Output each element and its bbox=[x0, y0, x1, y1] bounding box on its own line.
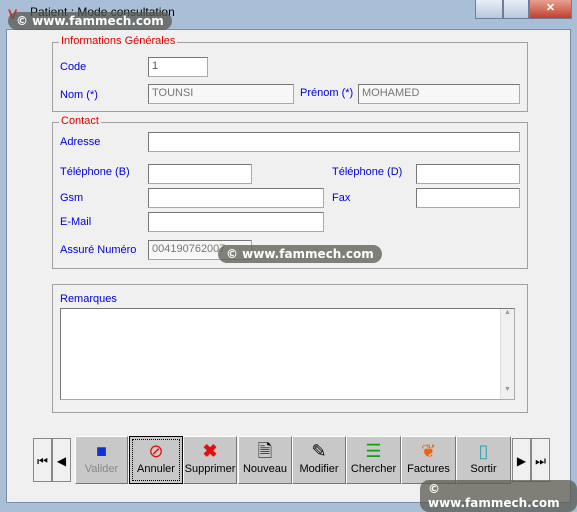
next-record-button[interactable]: ▶ bbox=[512, 438, 531, 482]
fax-label: Fax bbox=[332, 192, 351, 204]
prenom-field[interactable]: MOHAMED bbox=[358, 84, 520, 104]
exit-door-icon: ▯ bbox=[478, 441, 489, 461]
nom-label: Nom (*) bbox=[60, 89, 98, 101]
assure-label: Assuré Numéro bbox=[60, 244, 137, 256]
save-icon: ■ bbox=[96, 441, 107, 461]
chercher-button[interactable]: ☰ Chercher bbox=[346, 436, 401, 484]
watermark: © www.fammech.com bbox=[218, 245, 382, 263]
butterfly-icon: ❦ bbox=[420, 441, 437, 461]
new-document-icon: 🗎 bbox=[257, 441, 273, 461]
fax-field[interactable] bbox=[416, 188, 520, 208]
factures-button[interactable]: ❦ Factures bbox=[401, 436, 456, 484]
tel-d-label: Téléphone (D) bbox=[332, 166, 403, 178]
adresse-label: Adresse bbox=[60, 136, 101, 148]
nouveau-button[interactable]: 🗎 Nouveau bbox=[238, 436, 292, 484]
last-record-button[interactable]: ⏭ bbox=[531, 438, 550, 482]
edit-document-icon: ✎ bbox=[311, 441, 327, 461]
minimize-button[interactable] bbox=[475, 0, 503, 19]
search-add-icon: ☰ bbox=[365, 441, 382, 461]
tel-b-label: Téléphone (B) bbox=[60, 166, 130, 178]
contact-legend: Contact bbox=[59, 115, 101, 127]
previous-record-button[interactable]: ◀ bbox=[52, 438, 71, 482]
gsm-field[interactable] bbox=[148, 188, 324, 208]
remarques-textarea[interactable] bbox=[60, 308, 515, 400]
adresse-field[interactable] bbox=[148, 132, 520, 152]
code-field[interactable]: 1 bbox=[148, 57, 208, 77]
supprimer-button[interactable]: ✖ Supprimer bbox=[183, 436, 237, 484]
email-field[interactable] bbox=[148, 212, 324, 232]
prenom-label: Prénom (*) bbox=[300, 87, 354, 99]
tel-b-field[interactable] bbox=[148, 164, 252, 184]
remarques-scrollbar[interactable]: ▲ ▼ bbox=[500, 309, 514, 399]
modifier-button[interactable]: ✎ Modifier bbox=[292, 436, 346, 484]
cancel-icon: ⊘ bbox=[148, 441, 164, 461]
maximize-button[interactable] bbox=[503, 0, 529, 19]
nom-field[interactable]: TOUNSI bbox=[148, 84, 294, 104]
sortir-button[interactable]: ▯ Sortir bbox=[456, 436, 511, 484]
remarques-label: Remarques bbox=[60, 293, 117, 305]
valider-button[interactable]: ■ Valider bbox=[75, 436, 128, 484]
watermark: © www.fammech.com bbox=[8, 12, 172, 30]
delete-icon: ✖ bbox=[202, 441, 218, 461]
watermark: © www.fammech.com bbox=[420, 480, 577, 512]
code-label: Code bbox=[60, 61, 87, 73]
tel-d-field[interactable] bbox=[416, 164, 520, 184]
first-record-button[interactable]: ⏮ bbox=[33, 438, 52, 482]
gsm-label: Gsm bbox=[60, 192, 84, 204]
general-legend: Informations Générales bbox=[59, 35, 178, 47]
close-button[interactable]: ✕ bbox=[529, 0, 572, 19]
annuler-button[interactable]: ⊘ Annuler bbox=[129, 436, 183, 484]
email-label: E-Mail bbox=[60, 216, 92, 228]
